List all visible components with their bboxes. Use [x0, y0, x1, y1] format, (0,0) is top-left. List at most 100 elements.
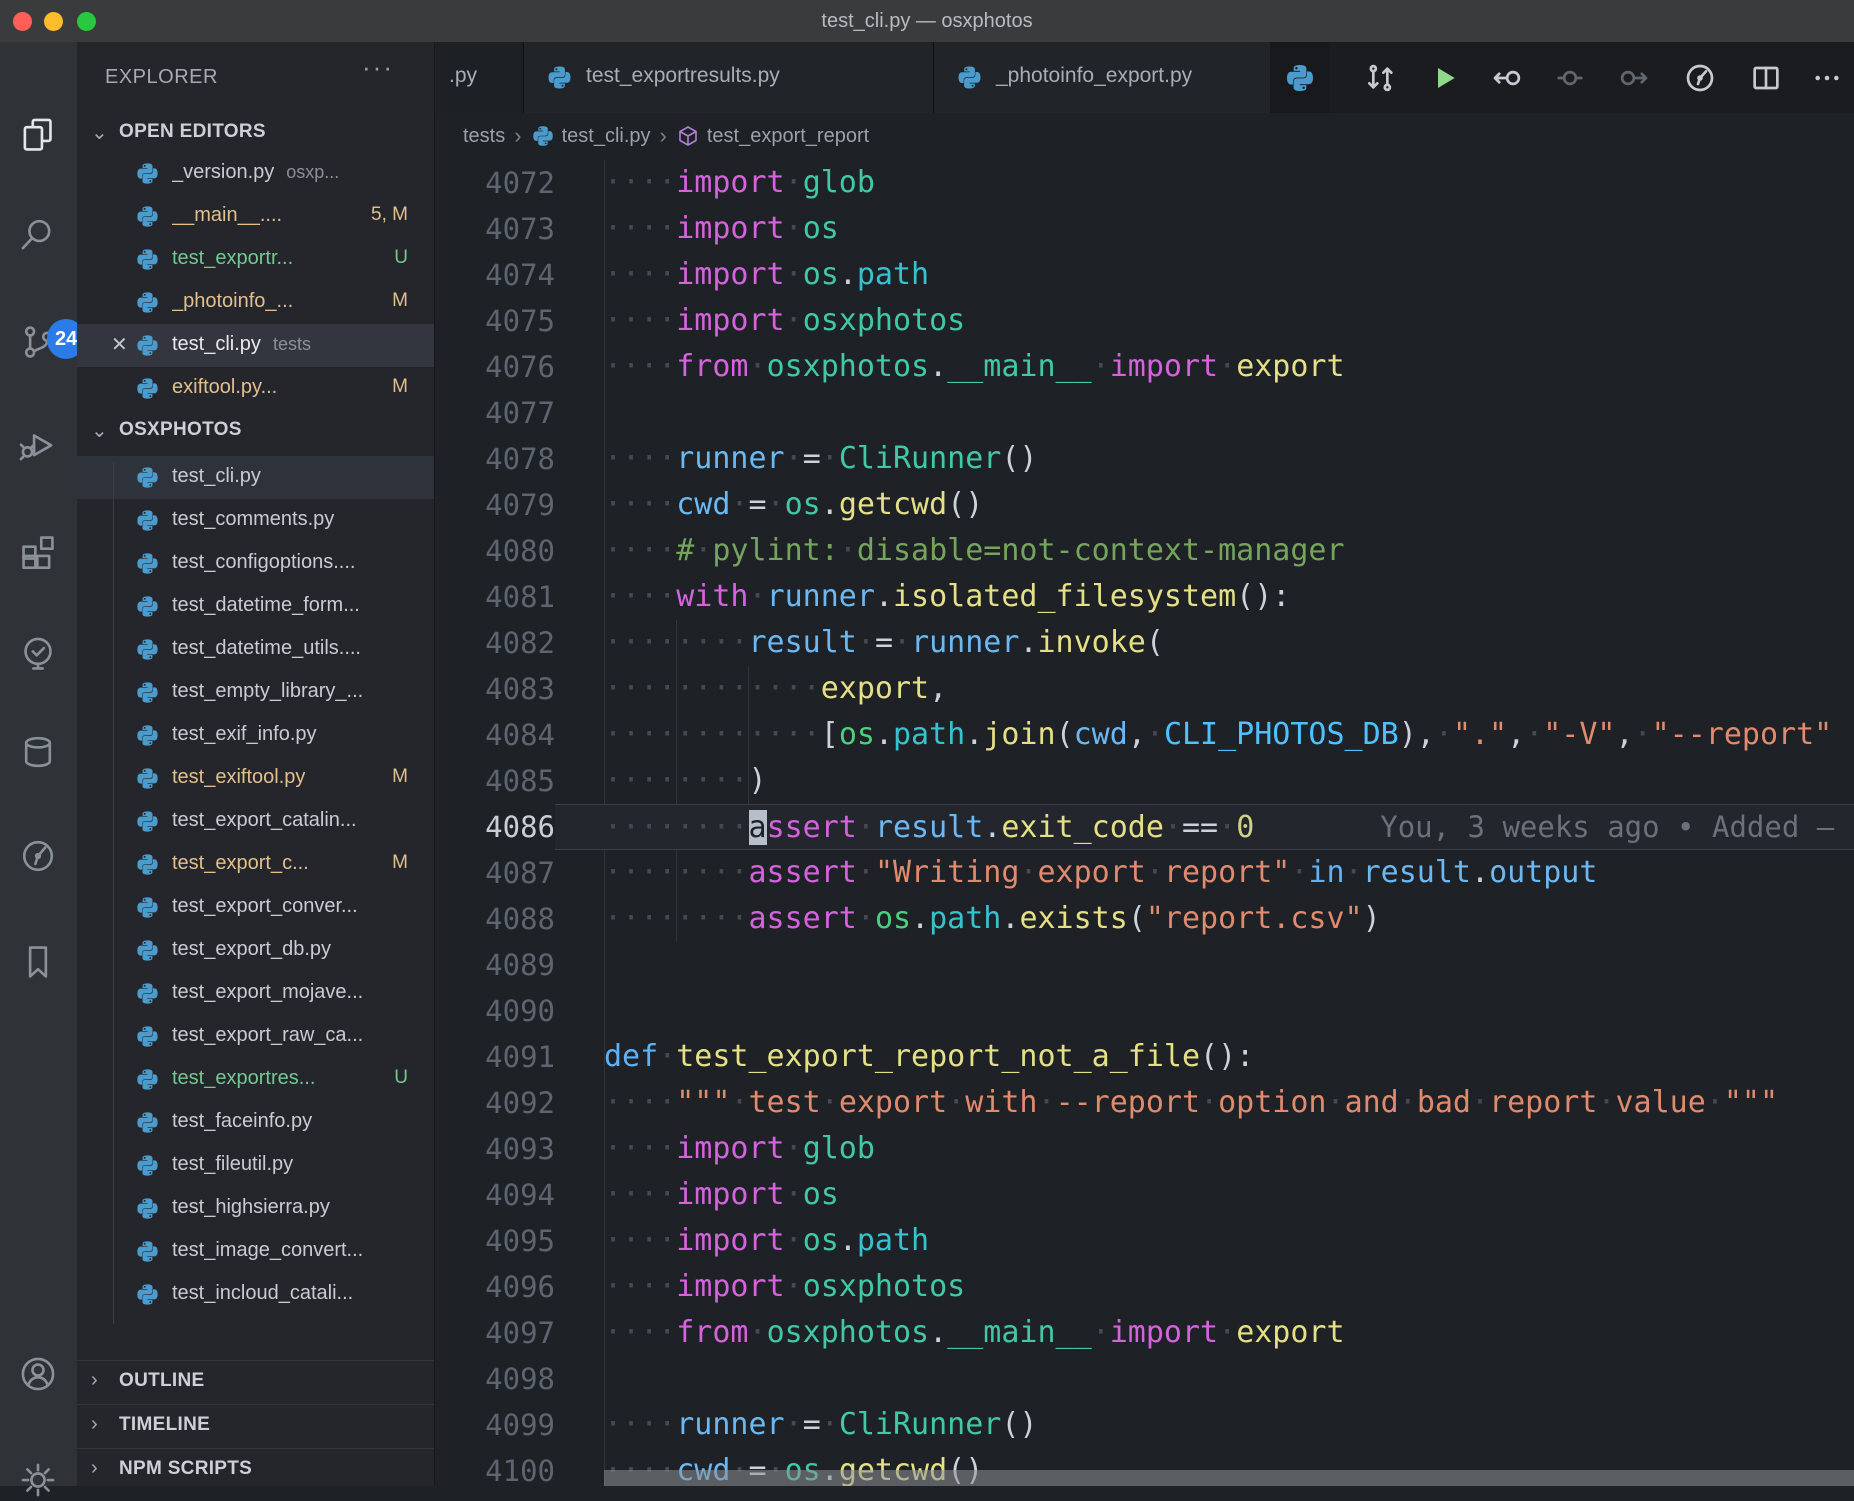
- more-actions-icon[interactable]: [1797, 42, 1854, 113]
- line-number[interactable]: 4092: [435, 1080, 555, 1126]
- line-number[interactable]: 4077: [435, 390, 555, 436]
- line-number[interactable]: 4086: [435, 804, 555, 850]
- line-number[interactable]: 4091: [435, 1034, 555, 1080]
- code-line-content[interactable]: ········assert·result.exit_code·==·0You,…: [555, 804, 1854, 850]
- account-icon[interactable]: [17, 1353, 59, 1395]
- code-line-content[interactable]: ············export,: [555, 666, 1854, 712]
- tree-item[interactable]: test_datetime_utils....: [77, 628, 434, 671]
- code-line-content[interactable]: ····from·osxphotos.__main__·import·expor…: [555, 344, 1854, 390]
- code-line-content[interactable]: [555, 1356, 1854, 1402]
- next-change-icon[interactable]: [1604, 42, 1664, 113]
- heatmap-icon[interactable]: [1670, 42, 1730, 113]
- line-number[interactable]: 4076: [435, 344, 555, 390]
- code-line-content[interactable]: ····runner·=·CliRunner(): [555, 436, 1854, 482]
- close-icon[interactable]: ✕: [111, 332, 128, 357]
- open-editor-item[interactable]: _photoinfo_...M: [77, 281, 434, 324]
- breadcrumb-item[interactable]: test_export_report: [676, 124, 869, 148]
- line-number[interactable]: 4080: [435, 528, 555, 574]
- line-number[interactable]: 4094: [435, 1172, 555, 1218]
- tree-item[interactable]: test_export_conver...: [77, 886, 434, 929]
- tree-item[interactable]: test_datetime_form...: [77, 585, 434, 628]
- run-icon[interactable]: [1414, 42, 1474, 113]
- breadcrumb-item[interactable]: test_cli.py: [531, 124, 651, 148]
- tree-item[interactable]: test_cli.py: [77, 456, 434, 499]
- run-debug-icon[interactable]: [17, 423, 59, 465]
- line-number[interactable]: 4096: [435, 1264, 555, 1310]
- line-number[interactable]: 4073: [435, 206, 555, 252]
- outline-section-header[interactable]: › OUTLINE: [77, 1360, 434, 1401]
- breadcrumb-item[interactable]: tests: [463, 125, 505, 148]
- code-line-content[interactable]: ····import·osxphotos: [555, 1264, 1854, 1310]
- line-number[interactable]: 4090: [435, 988, 555, 1034]
- code-line-content[interactable]: ····import·os: [555, 206, 1854, 252]
- code-line-content[interactable]: def·test_export_report_not_a_file():: [555, 1034, 1854, 1080]
- project-section-header[interactable]: ⌄ OSXPHOTOS: [77, 410, 434, 450]
- open-editor-item[interactable]: __main__....5, M: [77, 195, 434, 238]
- code-line-content[interactable]: ····#·pylint:·disable=not-context-manage…: [555, 528, 1854, 574]
- tree-item[interactable]: test_export_c...M: [77, 843, 434, 886]
- line-number[interactable]: 4074: [435, 252, 555, 298]
- tree-item[interactable]: test_exportres...U: [77, 1058, 434, 1101]
- code-line-content[interactable]: ····with·runner.isolated_filesystem():: [555, 574, 1854, 620]
- line-number[interactable]: 4075: [435, 298, 555, 344]
- line-number[interactable]: 4079: [435, 482, 555, 528]
- tree-item[interactable]: test_export_raw_ca...: [77, 1015, 434, 1058]
- gauge-icon[interactable]: [17, 835, 59, 877]
- extensions-icon[interactable]: [17, 529, 59, 571]
- tree-item[interactable]: test_exiftool.pyM: [77, 757, 434, 800]
- line-number[interactable]: 4072: [435, 160, 555, 206]
- editor-tab[interactable]: _photoinfo_export.py: [934, 42, 1290, 113]
- open-editor-item[interactable]: ✕test_cli.pytests: [77, 324, 434, 367]
- tree-item[interactable]: test_comments.py: [77, 499, 434, 542]
- line-number[interactable]: 4093: [435, 1126, 555, 1172]
- tree-item[interactable]: test_faceinfo.py: [77, 1101, 434, 1144]
- code-line-content[interactable]: ····cwd·=·os.getcwd(): [555, 482, 1854, 528]
- npm-scripts-section-header[interactable]: › NPM SCRIPTS: [77, 1448, 434, 1489]
- search-icon[interactable]: [17, 214, 59, 256]
- tree-item[interactable]: test_configoptions....: [77, 542, 434, 585]
- code-line-content[interactable]: ····import·os.path: [555, 1218, 1854, 1264]
- prev-change-icon[interactable]: [1477, 42, 1537, 113]
- line-number[interactable]: 4089: [435, 942, 555, 988]
- line-number[interactable]: 4085: [435, 758, 555, 804]
- code-line-content[interactable]: ····import·os: [555, 1172, 1854, 1218]
- bookmark-icon[interactable]: [17, 941, 59, 983]
- tree-item[interactable]: test_export_mojave...: [77, 972, 434, 1015]
- tree-item[interactable]: test_incloud_catali...: [77, 1273, 434, 1316]
- settings-gear-icon[interactable]: [17, 1459, 59, 1501]
- code-line-content[interactable]: ········assert·"Writing·export·report"·i…: [555, 850, 1854, 896]
- line-number[interactable]: 4078: [435, 436, 555, 482]
- files-icon[interactable]: [17, 114, 59, 156]
- test-explorer-icon[interactable]: [17, 633, 59, 675]
- code-line-content[interactable]: ········result·=·runner.invoke(: [555, 620, 1854, 666]
- editor-tab[interactable]: .py: [435, 42, 524, 113]
- horizontal-scrollbar[interactable]: [604, 1470, 1854, 1486]
- code-line-content[interactable]: ····"""·test·export·with·--report·option…: [555, 1080, 1854, 1126]
- more-actions-icon[interactable]: ···: [362, 52, 394, 83]
- database-icon[interactable]: [17, 731, 59, 773]
- code-line-content[interactable]: ········assert·os.path.exists("report.cs…: [555, 896, 1854, 942]
- editor-tab[interactable]: test_exportresults.py: [524, 42, 934, 113]
- line-number[interactable]: 4082: [435, 620, 555, 666]
- line-number[interactable]: 4098: [435, 1356, 555, 1402]
- code-line-content[interactable]: ····import·osxphotos: [555, 298, 1854, 344]
- code-line-content[interactable]: [555, 942, 1854, 988]
- tree-item[interactable]: test_fileutil.py: [77, 1144, 434, 1187]
- line-number[interactable]: 4087: [435, 850, 555, 896]
- timeline-section-header[interactable]: › TIMELINE: [77, 1404, 434, 1445]
- line-number[interactable]: 4081: [435, 574, 555, 620]
- split-editor-icon[interactable]: [1736, 42, 1796, 113]
- open-editor-item[interactable]: _version.pyosxp...: [77, 152, 434, 195]
- tree-item[interactable]: test_image_convert...: [77, 1230, 434, 1273]
- code-line-content[interactable]: [555, 390, 1854, 436]
- line-number[interactable]: 4100: [435, 1448, 555, 1486]
- tree-item[interactable]: test_export_db.py: [77, 929, 434, 972]
- code-line-content[interactable]: ········): [555, 758, 1854, 804]
- line-number[interactable]: 4083: [435, 666, 555, 712]
- line-number[interactable]: 4088: [435, 896, 555, 942]
- line-number[interactable]: 4099: [435, 1402, 555, 1448]
- open-editor-item[interactable]: exiftool.py...M: [77, 367, 434, 410]
- code-line-content[interactable]: ····import·glob: [555, 1126, 1854, 1172]
- line-number[interactable]: 4097: [435, 1310, 555, 1356]
- code-line-content[interactable]: ····import·os.path: [555, 252, 1854, 298]
